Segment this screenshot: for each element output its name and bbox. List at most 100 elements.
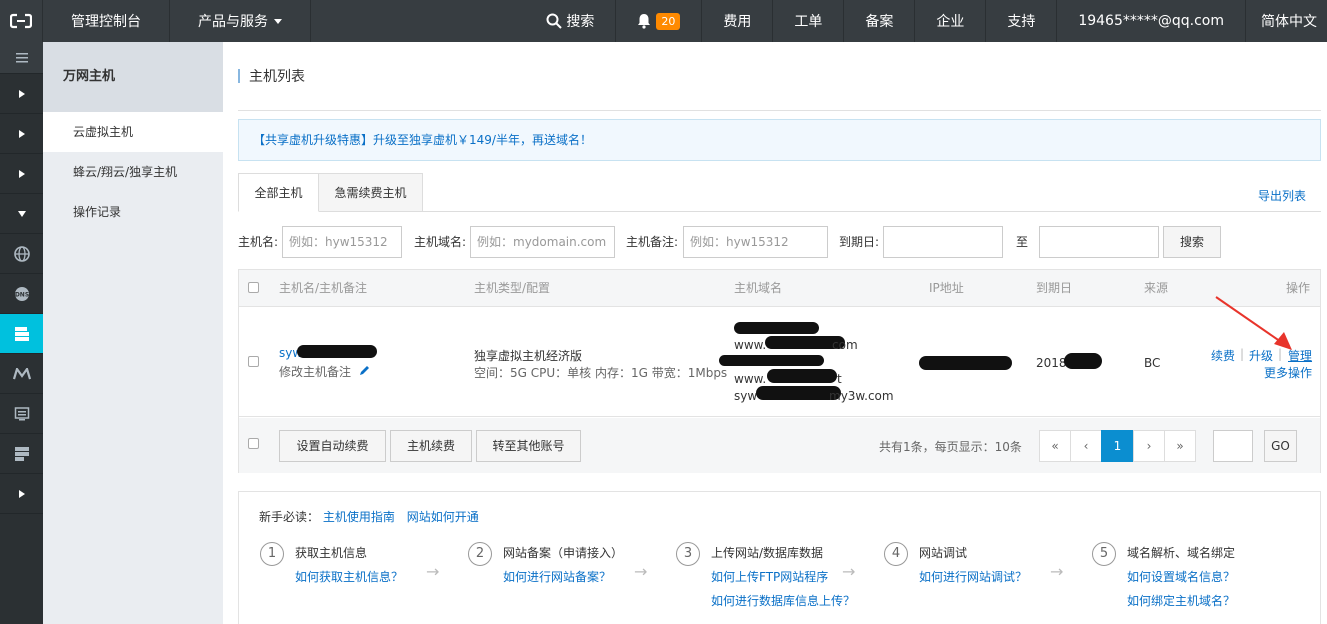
source-text: BC [1144,356,1161,370]
tab-renew-soon[interactable]: 急需续费主机 [319,173,423,212]
rail-collapse[interactable] [0,194,43,234]
expire-end-input[interactable] [1039,226,1159,258]
host-table: 主机名/主机备注 主机类型/配置 主机域名 IP地址 到期日 来源 操作 syw… [238,269,1321,473]
rail-hosting[interactable] [0,314,43,354]
step-help-link[interactable]: 如何进行数据库信息上传？ [711,592,855,609]
step-number: 4 [884,542,908,566]
site-open-guide-link[interactable]: 网站如何开通 [407,510,479,524]
rail-dns[interactable]: DNS [0,274,43,314]
domain-2-prefix: www. [734,372,767,386]
transfer-account-button[interactable]: 转至其他账号 [476,430,581,462]
step-help-link[interactable]: 如何绑定主机域名？ [1127,592,1235,609]
step-help-link[interactable]: 如何获取主机信息？ [295,568,403,585]
nav-ticket[interactable]: 工单 [772,0,843,42]
step-number: 2 [468,542,492,566]
sidebar-item-operation-log[interactable]: 操作记录 [43,192,223,232]
hamburger-icon [15,52,28,62]
account-menu[interactable]: 19465*****@qq.com [1056,0,1245,42]
top-navbar: 管理控制台 产品与服务 搜索 20 费用 工单 备案 企业 支持 19465**… [0,0,1327,42]
caret-down-icon [17,210,26,217]
language-switch[interactable]: 简体中文 [1245,0,1327,42]
icon-rail: DNS [0,42,43,624]
select-all-checkbox[interactable] [248,282,259,293]
nav-billing[interactable]: 费用 [701,0,772,42]
table-row: syw 修改主机备注 独享虚拟主机经济版 空间：5G CPU：单核 内存：1G … [239,308,1320,417]
page-header: 主机列表 [238,42,1321,111]
host-name-input[interactable] [282,226,402,258]
notification-button[interactable]: 20 [615,0,701,42]
host-type-text: 独享虚拟主机经济版 [474,349,583,363]
redaction-scribble [919,356,1012,370]
products-menu[interactable]: 产品与服务 [170,0,311,42]
rail-expand-3[interactable] [0,154,43,194]
to-label: 至 [1016,235,1029,249]
notification-count-badge: 20 [656,12,681,30]
aliyun-logo-icon[interactable] [0,0,43,42]
host-name-label: 主机名: [238,235,279,249]
guide-label: 新手必读： [259,510,320,524]
globe-icon [13,245,30,262]
more-actions-link[interactable]: 更多操作 [1264,364,1312,381]
step-title: 上传网站/数据库数据 [711,546,824,560]
search-submit-button[interactable]: 搜索 [1163,226,1221,258]
expire-start-input[interactable] [883,226,1003,258]
expire-date-text: 2018 [1036,356,1067,370]
redaction-scribble [719,355,824,366]
host-domain-input[interactable] [470,226,615,258]
auto-renew-button[interactable]: 设置自动续费 [279,430,386,462]
expire-date-label: 到期日: [839,235,880,249]
page-first-button[interactable]: « [1039,430,1071,462]
products-label: 产品与服务 [198,14,268,30]
host-renew-button[interactable]: 主机续费 [390,430,472,462]
nav-support[interactable]: 支持 [985,0,1056,42]
step-number: 3 [676,542,700,566]
rail-database[interactable] [0,434,43,474]
step-help-link[interactable]: 如何设置域名信息？ [1127,568,1235,585]
nav-filing[interactable]: 备案 [843,0,914,42]
redaction-scribble [734,322,819,334]
search-icon [546,13,563,29]
page-last-button[interactable]: » [1164,430,1196,462]
page-current-button[interactable]: 1 [1101,430,1134,462]
tab-all-hosts[interactable]: 全部主机 [238,173,319,212]
menu-toggle[interactable] [0,42,43,74]
page-next-button[interactable]: › [1133,430,1165,462]
promo-banner-link[interactable]: 【共享虚机升级特惠】升级至独享虚机￥149/半年，再送域名！ [238,119,1321,161]
export-list-link[interactable]: 导出列表 [1258,187,1306,204]
dns-icon: DNS [14,286,29,301]
col-expire: 到期日 [1036,281,1073,295]
console-link[interactable]: 管理控制台 [43,0,170,42]
rail-expand-4[interactable] [0,474,43,514]
caret-right-icon [18,169,25,178]
step-arrow-icon: → [1050,562,1064,581]
host-usage-guide-link[interactable]: 主机使用指南 [323,510,395,524]
footer-select-all-checkbox[interactable] [248,438,259,449]
page-go-button[interactable]: GO [1264,430,1297,462]
bell-icon [638,14,651,29]
pencil-icon[interactable] [359,364,371,376]
search-button[interactable]: 搜索 [525,0,615,42]
server-stack-icon [14,326,29,341]
rail-site[interactable] [0,394,43,434]
sidebar-item-dedicated-host[interactable]: 蜂云/翔云/独享主机 [43,152,223,192]
row-checkbox[interactable] [248,356,259,367]
page-number-input[interactable] [1213,430,1253,462]
rail-globe[interactable] [0,234,43,274]
nav-enterprise[interactable]: 企业 [914,0,985,42]
sidebar-item-virtual-host[interactable]: 云虚拟主机 [43,112,223,152]
host-remark-input[interactable] [683,226,828,258]
page-prev-button[interactable]: ‹ [1070,430,1102,462]
col-source: 来源 [1144,281,1169,295]
step-help-link[interactable]: 如何进行网站调试？ [919,568,1027,585]
rail-expand-1[interactable] [0,74,43,114]
rail-expand-2[interactable] [0,114,43,154]
col-ip: IP地址 [929,281,964,295]
rail-mail[interactable] [0,354,43,394]
step-help-link[interactable]: 如何进行网站备案？ [503,568,611,585]
database-icon [14,446,29,461]
edit-remark-link[interactable]: 修改主机备注 [279,363,351,380]
redaction-scribble [767,369,837,383]
step-help-link[interactable]: 如何上传FTP网站程序 [711,568,828,585]
step-number: 1 [260,542,284,566]
step-title: 网站调试 [919,546,968,560]
